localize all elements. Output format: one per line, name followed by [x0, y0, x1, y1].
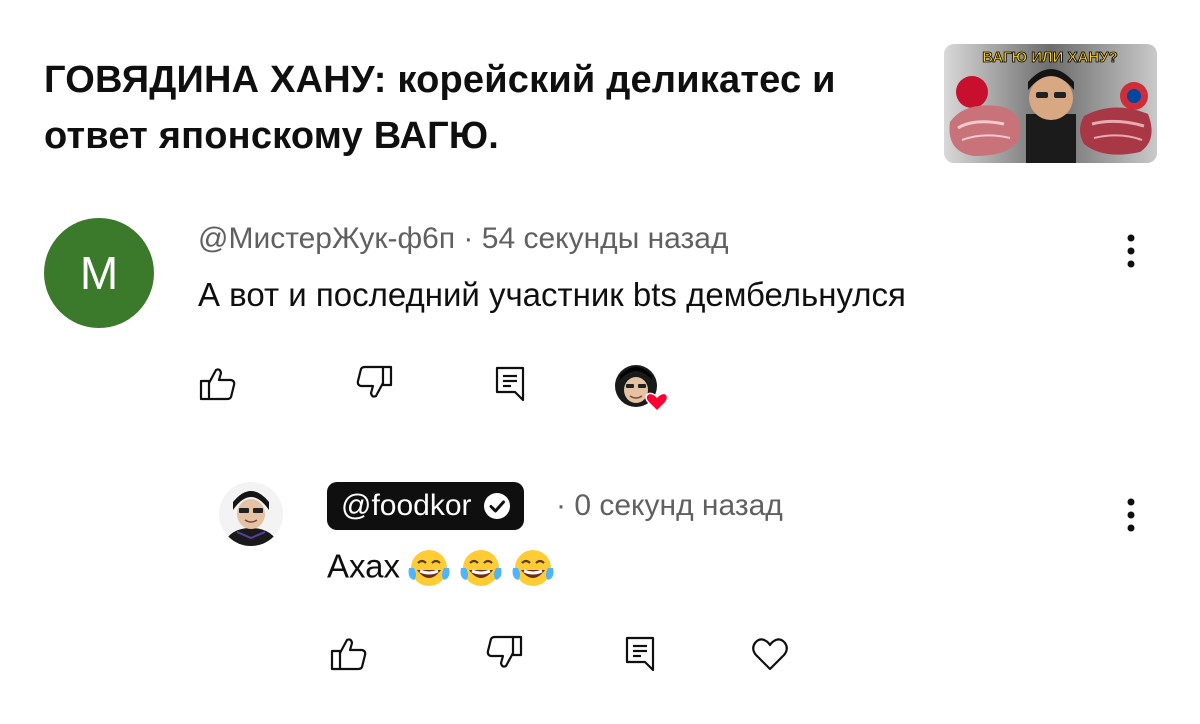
- emoji-row: [400, 548, 556, 586]
- reply-time: 0 секунд назад: [574, 489, 783, 522]
- face-with-tears-of-joy-emoji: [408, 550, 450, 586]
- reply-text-line: Ахах: [327, 546, 556, 592]
- heart-icon: [645, 392, 669, 413]
- heart-outline-icon[interactable]: [750, 634, 790, 674]
- reply-comment-icon[interactable]: [621, 634, 661, 674]
- reply-comment-icon[interactable]: [491, 364, 531, 404]
- comment-author[interactable]: @МистерЖук-ф6п: [198, 222, 455, 255]
- reply-meta: · 0 секунд назад: [556, 489, 783, 523]
- meta-separator: ·: [463, 222, 474, 255]
- comment-text: А вот и последний участник bts дембельну…: [198, 276, 906, 313]
- meta-separator: ·: [556, 489, 566, 522]
- video-thumbnail[interactable]: ВАГЮ ИЛИ ХАНУ?: [944, 44, 1157, 163]
- comment-meta: @МистерЖук-ф6п · 54 секунды назад: [198, 222, 728, 256]
- thumb-up-icon[interactable]: [329, 634, 369, 674]
- creator-badge[interactable]: @foodkor: [327, 482, 524, 530]
- thumb-down-icon[interactable]: [484, 632, 524, 672]
- creator-heart: [614, 364, 669, 414]
- comment-time: 54 секунды назад: [481, 222, 729, 255]
- thumb-up-icon[interactable]: [198, 364, 238, 404]
- thumb-down-icon[interactable]: [354, 362, 394, 402]
- reply-text: Ахах: [327, 547, 400, 585]
- reply-author: @foodkor: [341, 489, 472, 522]
- more-vertical-icon[interactable]: [1121, 232, 1141, 272]
- thumbnail-text: ВАГЮ ИЛИ ХАНУ?: [982, 49, 1117, 66]
- face-with-tears-of-joy-emoji: [512, 550, 554, 586]
- check-circle-icon: [482, 491, 512, 521]
- avatar-letter: M: [79, 247, 119, 299]
- face-with-tears-of-joy-emoji: [460, 550, 502, 586]
- avatar[interactable]: M: [44, 218, 154, 328]
- video-title: ГОВЯДИНА ХАНУ: корейский деликатес и отв…: [44, 59, 836, 157]
- reply-avatar[interactable]: [219, 482, 283, 546]
- more-vertical-icon[interactable]: [1121, 496, 1141, 536]
